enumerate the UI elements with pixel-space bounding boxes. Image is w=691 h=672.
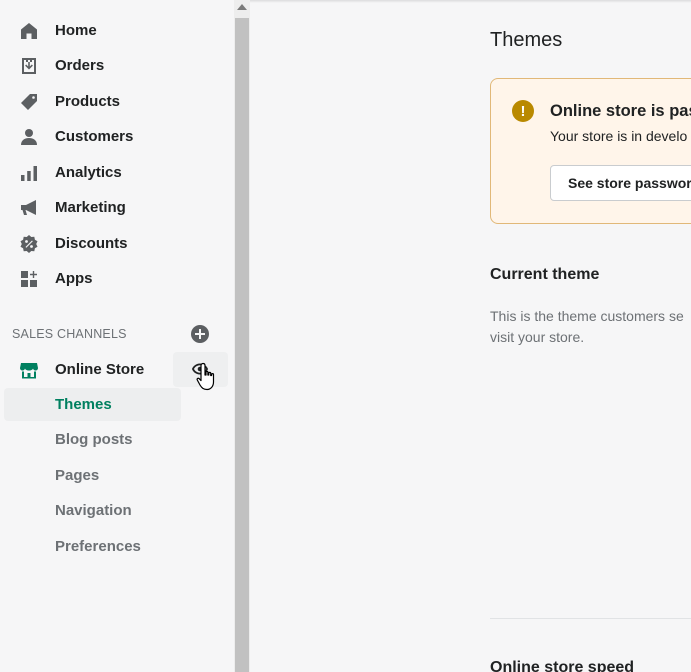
sales-channels-heading: SALES CHANNELS	[12, 327, 127, 341]
store-icon	[18, 359, 40, 381]
sidebar-subitem-preferences[interactable]: Preferences	[4, 530, 181, 563]
apps-icon	[18, 268, 40, 290]
online-store-speed-title: Online store speed	[490, 659, 635, 672]
sidebar-item-label: Orders	[55, 57, 105, 74]
current-theme-title: Current theme	[490, 266, 600, 283]
sidebar-item-orders[interactable]: Orders	[4, 49, 182, 82]
section-divider	[490, 618, 691, 619]
see-store-password-button[interactable]: See store passwor	[550, 165, 691, 201]
page-title: Themes	[490, 29, 563, 51]
sidebar-item-customers[interactable]: Customers	[4, 120, 182, 153]
orders-icon	[18, 55, 40, 77]
sidebar-item-label: Analytics	[55, 164, 122, 181]
banner-title: Online store is pas	[550, 102, 691, 120]
sidebar-item-analytics[interactable]: Analytics	[4, 156, 182, 189]
home-icon	[18, 20, 40, 42]
sidebar-item-label: Online Store	[55, 361, 145, 378]
sidebar-subitem-label: Pages	[55, 467, 100, 484]
banner-text: Your store is in develo	[550, 128, 688, 144]
hand-pointer-cursor-icon	[196, 362, 215, 391]
sidebar-item-home[interactable]: Home	[4, 14, 182, 47]
sidebar-subitem-label: Preferences	[55, 538, 141, 555]
tag-icon	[18, 91, 40, 113]
sidebar-item-label: Customers	[55, 128, 134, 145]
sidebar-subitem-blog-posts[interactable]: Blog posts	[4, 423, 181, 456]
sidebar-subitem-label: Themes	[55, 396, 112, 413]
sidebar-subitem-label: Navigation	[55, 502, 132, 519]
sidebar-item-marketing[interactable]: Marketing	[4, 191, 182, 224]
sidebar-item-apps[interactable]: Apps	[4, 262, 182, 295]
description-line: This is the theme customers se	[490, 308, 684, 324]
current-theme-description: This is the theme customers se visit you…	[490, 306, 691, 348]
scroll-up-arrow-icon[interactable]	[237, 4, 247, 10]
scrollbar-thumb[interactable]	[235, 18, 249, 672]
sidebar-item-products[interactable]: Products	[4, 85, 182, 118]
sidebar-scrollbar[interactable]	[234, 0, 250, 672]
sidebar-subitem-themes[interactable]: Themes	[4, 388, 181, 421]
person-icon	[18, 126, 40, 148]
bar-chart-icon	[18, 162, 40, 184]
sidebar-item-discounts[interactable]: Discounts	[4, 227, 182, 260]
sidebar: Home Orders Products Customers Analytics…	[0, 0, 234, 672]
sidebar-item-label: Apps	[55, 270, 93, 287]
sidebar-item-label: Discounts	[55, 235, 128, 252]
top-bar-shadow	[250, 0, 691, 3]
sidebar-subitem-navigation[interactable]: Navigation	[4, 494, 181, 527]
password-warning-banner: ! Online store is pas Your store is in d…	[490, 78, 691, 224]
description-line: visit your store.	[490, 329, 585, 345]
sidebar-item-label: Products	[55, 93, 121, 110]
sidebar-subitem-label: Blog posts	[55, 431, 133, 448]
sidebar-item-label: Home	[55, 22, 97, 39]
main-content: Themes ! Online store is pas Your store …	[250, 0, 691, 672]
megaphone-icon	[18, 197, 40, 219]
add-sales-channel-button[interactable]	[191, 325, 209, 343]
plus-icon	[195, 329, 205, 339]
sidebar-subitem-pages[interactable]: Pages	[4, 459, 181, 492]
sidebar-item-online-store[interactable]: Online Store	[4, 353, 182, 386]
sidebar-item-label: Marketing	[55, 199, 126, 216]
warning-icon: !	[512, 100, 534, 122]
discount-icon	[18, 233, 40, 255]
